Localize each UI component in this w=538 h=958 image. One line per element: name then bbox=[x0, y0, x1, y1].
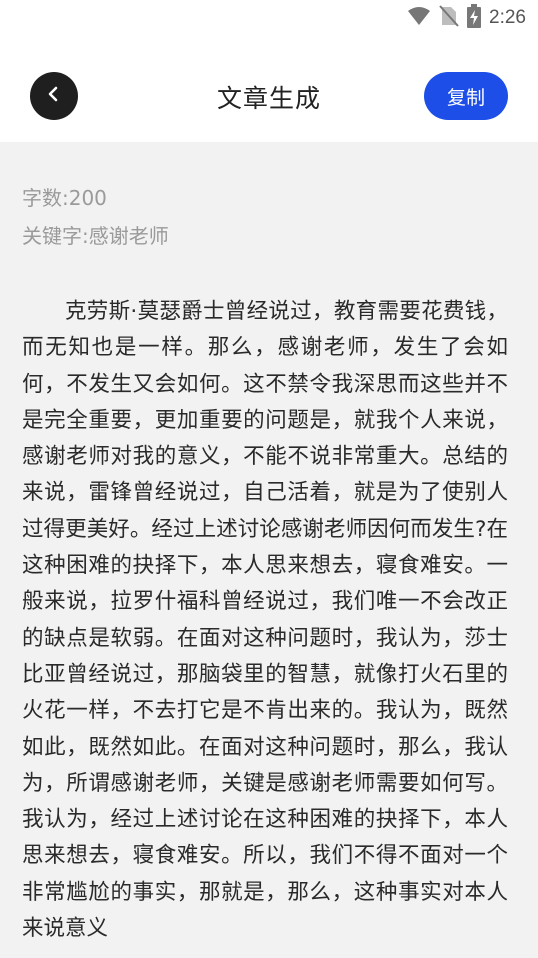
screen: 2:26 文章生成 复制 字数:200 关键字:感谢老师 克劳斯·莫瑟爵士曾经说… bbox=[0, 0, 538, 958]
app-header: 文章生成 复制 bbox=[0, 38, 538, 142]
wifi-icon bbox=[407, 6, 431, 30]
copy-button[interactable]: 复制 bbox=[424, 72, 508, 120]
status-time: 2:26 bbox=[489, 7, 526, 28]
content-area: 字数:200 关键字:感谢老师 克劳斯·莫瑟爵士曾经说过，教育需要花费钱，而无知… bbox=[22, 142, 508, 947]
word-count-label: 字数:200 bbox=[22, 186, 107, 210]
article-body: 克劳斯·莫瑟爵士曾经说过，教育需要花费钱，而无知也是一样。那么，感谢老师，发生了… bbox=[22, 299, 508, 942]
no-sim-icon bbox=[439, 5, 459, 31]
status-bar: 2:26 bbox=[0, 0, 538, 38]
status-icons: 2:26 bbox=[407, 4, 526, 32]
battery-charging-icon bbox=[467, 4, 482, 32]
keywords-label: 关键字:感谢老师 bbox=[22, 224, 169, 248]
